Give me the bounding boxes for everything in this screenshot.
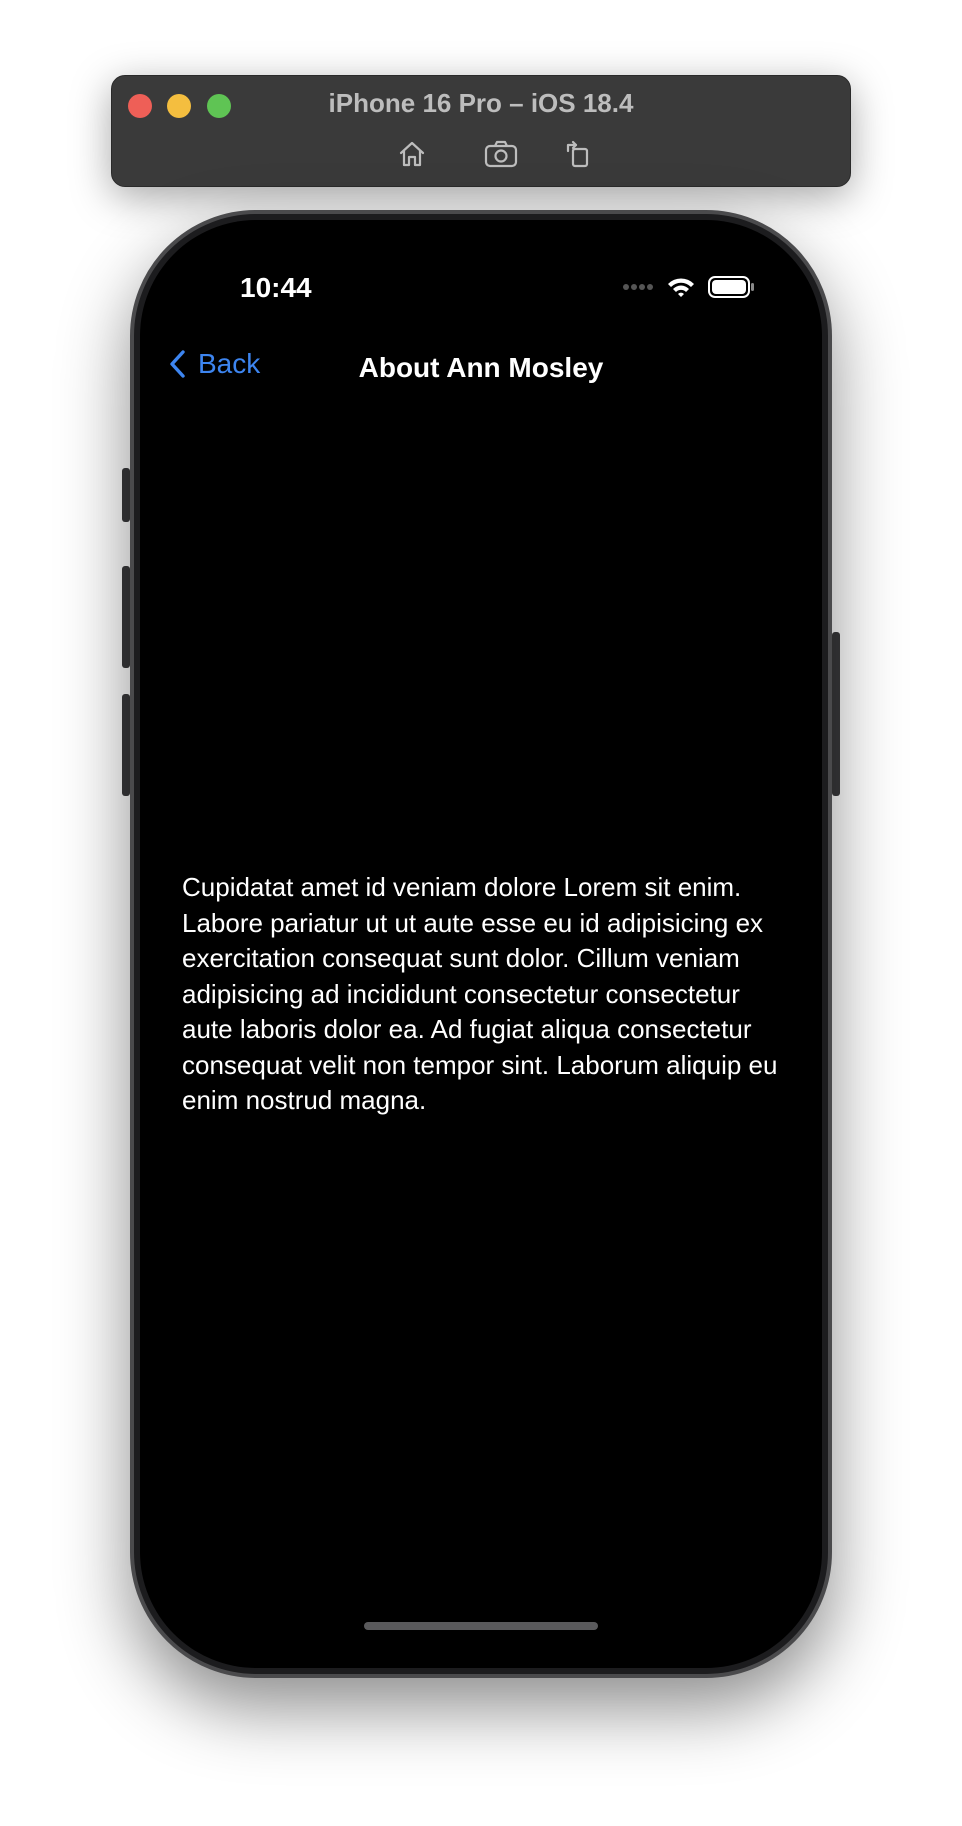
power-button bbox=[832, 632, 840, 796]
battery-icon bbox=[708, 276, 754, 298]
action-button bbox=[122, 468, 130, 522]
window-title: iPhone 16 Pro – iOS 18.4 bbox=[328, 88, 634, 118]
screenshot-button[interactable] bbox=[481, 136, 521, 172]
cellular-signal-icon bbox=[623, 284, 653, 290]
page-title: About Ann Mosley bbox=[358, 352, 604, 383]
rotate-button[interactable] bbox=[559, 136, 599, 172]
status-time: 10:44 bbox=[240, 272, 312, 303]
simulator-window-titlebar: iPhone 16 Pro – iOS 18.4 bbox=[111, 75, 851, 187]
home-button[interactable] bbox=[392, 136, 432, 172]
status-icons bbox=[622, 276, 754, 298]
wifi-icon bbox=[668, 278, 694, 297]
home-indicator[interactable] bbox=[364, 1622, 598, 1630]
home-icon bbox=[399, 141, 425, 167]
device-screen: 10:44 Back About Ann Mosley Cupidatat am… bbox=[140, 220, 822, 1668]
volume-down-button bbox=[122, 694, 130, 796]
navigation-bar: Back About Ann Mosley bbox=[140, 338, 822, 398]
rotate-icon bbox=[566, 140, 589, 168]
about-text: Cupidatat amet id veniam dolore Lorem si… bbox=[182, 872, 778, 1115]
volume-up-button bbox=[122, 566, 130, 668]
camera-icon bbox=[484, 140, 518, 168]
simulator-toolbar bbox=[112, 136, 850, 172]
